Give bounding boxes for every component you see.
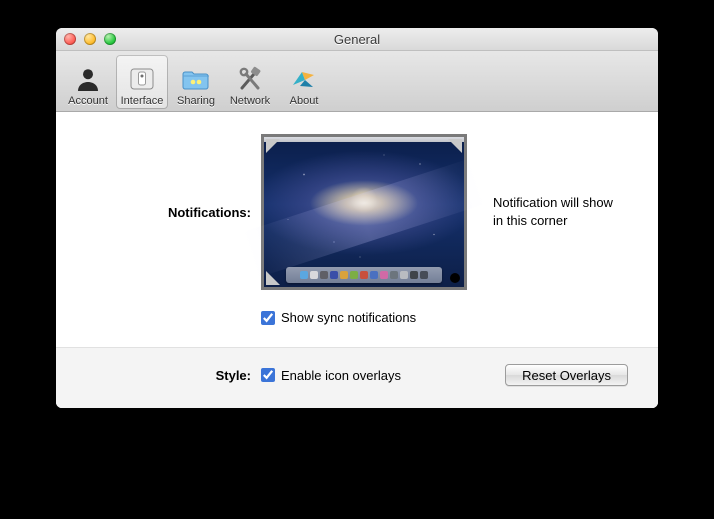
show-sync-checkbox[interactable] bbox=[261, 311, 275, 325]
content: Notifications: Notification will show in… bbox=[56, 112, 658, 408]
reset-overlays-button[interactable]: Reset Overlays bbox=[505, 364, 628, 386]
toolbar-label: Sharing bbox=[177, 95, 215, 107]
preferences-window: General Account Interface bbox=[56, 28, 658, 408]
toolbar-label: About bbox=[290, 95, 319, 107]
corner-top-right[interactable] bbox=[448, 139, 462, 153]
minimize-button[interactable] bbox=[84, 33, 96, 45]
corner-top-left[interactable] bbox=[266, 139, 280, 153]
style-section: Style: Enable icon overlays Reset Overla… bbox=[56, 348, 658, 408]
switch-icon bbox=[127, 65, 157, 93]
toolbar-item-interface[interactable]: Interface bbox=[116, 55, 168, 109]
corner-bottom-right[interactable] bbox=[450, 273, 460, 283]
corner-picker[interactable] bbox=[261, 134, 467, 290]
zoom-button[interactable] bbox=[104, 33, 116, 45]
origami-bird-icon bbox=[289, 65, 319, 93]
toolbar-item-network[interactable]: Network bbox=[224, 55, 276, 109]
notifications-section: Notifications: Notification will show in… bbox=[56, 112, 658, 347]
corner-bottom-left[interactable] bbox=[266, 271, 280, 285]
dock-preview bbox=[286, 267, 442, 283]
notifications-hint: Notification will show in this corner bbox=[493, 194, 613, 229]
toolbar-item-about[interactable]: About bbox=[278, 55, 330, 109]
toolbar: Account Interface Sharing bbox=[56, 51, 658, 112]
toolbar-item-account[interactable]: Account bbox=[62, 55, 114, 109]
window-title: General bbox=[56, 32, 658, 47]
wallpaper-preview bbox=[264, 137, 464, 287]
enable-overlays-checkbox[interactable] bbox=[261, 368, 275, 382]
person-icon bbox=[73, 65, 103, 93]
tools-icon bbox=[235, 65, 265, 93]
style-label: Style: bbox=[86, 368, 261, 383]
show-sync-label[interactable]: Show sync notifications bbox=[281, 310, 416, 325]
traffic-lights bbox=[64, 33, 116, 45]
toolbar-label: Interface bbox=[121, 95, 164, 107]
close-button[interactable] bbox=[64, 33, 76, 45]
titlebar: General bbox=[56, 28, 658, 51]
notifications-label: Notifications: bbox=[86, 205, 261, 220]
toolbar-label: Network bbox=[230, 95, 270, 107]
folder-icon bbox=[181, 65, 211, 93]
toolbar-item-sharing[interactable]: Sharing bbox=[170, 55, 222, 109]
enable-overlays-label[interactable]: Enable icon overlays bbox=[281, 368, 401, 383]
menubar-preview bbox=[264, 137, 464, 142]
toolbar-label: Account bbox=[68, 95, 108, 107]
